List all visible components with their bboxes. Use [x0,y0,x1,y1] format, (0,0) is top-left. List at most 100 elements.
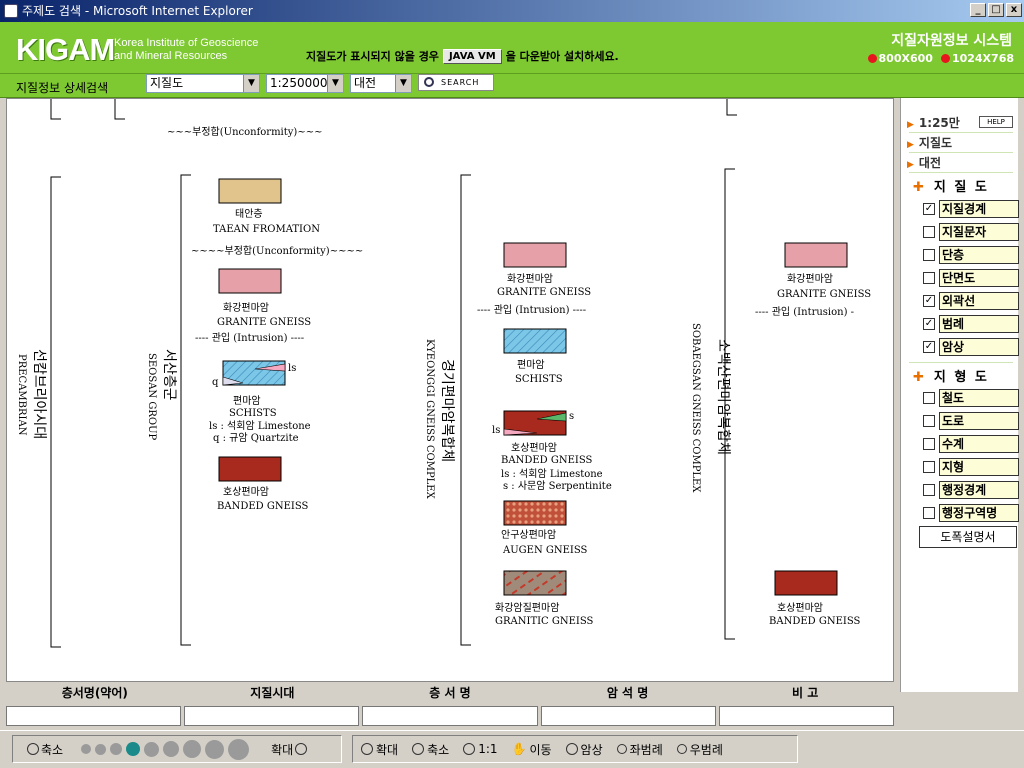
zoom-level-dot[interactable] [228,738,250,760]
layer-label[interactable]: 수계 [939,435,1019,453]
zoom-level-dot[interactable] [95,743,107,755]
zoom-level-dot[interactable] [144,741,160,757]
info-field-remark[interactable] [718,706,895,726]
ls-note: ls : 석회암 Limestone [501,468,603,480]
left-legend-tool[interactable]: 좌범례 [616,741,663,758]
layer-label[interactable]: 단면도 [939,269,1019,287]
search-button[interactable]: SEARCH [418,74,494,91]
java-msg-pre: 지질도가 표시되지 않을 경우 [306,50,439,63]
zoom-level-dot[interactable] [163,741,180,757]
layer-row[interactable]: ✓ 외곽선 [923,292,1019,310]
zoom-level-dot[interactable] [81,744,92,754]
layer-row[interactable]: 지질문자 [923,223,1019,241]
minimize-button[interactable]: _ [970,3,986,17]
side-link-map[interactable]: ▶ 지질도 [907,134,952,151]
layer-label[interactable]: 지질문자 [939,223,1019,241]
res-800-option[interactable]: 800X600 [867,52,933,65]
layer-checkbox[interactable] [923,507,935,519]
maximize-button[interactable]: □ [988,3,1004,17]
layer-checkbox[interactable]: ✓ [923,318,935,330]
group-label-ko: 소백산편마암복합체 [715,339,731,455]
chevron-down-icon[interactable]: ▼ [327,75,343,92]
res-1024-option[interactable]: 1024X768 [940,52,1014,65]
unconformity-top-label: ~~~부정합(Unconformity)~~~ [167,126,322,138]
layer-label[interactable]: 철도 [939,389,1019,407]
layer-checkbox[interactable] [923,226,935,238]
layer-row[interactable]: 행정구역명 [923,504,1019,522]
java-notice: 지질도가 표시되지 않을 경우 JAVA VM 을 다운받아 설치하세요. [306,48,619,64]
bracket-precambrian [50,176,61,648]
layer-row[interactable]: ✓ 지질경계 [923,200,1019,218]
layer-row[interactable]: 수계 [923,435,1019,453]
layer-row[interactable]: 단층 [923,246,1019,264]
close-button[interactable]: x [1006,3,1022,17]
layer-row[interactable]: 행정경계 [923,481,1019,499]
zoom-out-label[interactable]: 축소 [27,741,63,758]
layer-checkbox[interactable] [923,415,935,427]
layer-label[interactable]: 단층 [939,246,1019,264]
zoom-level-dot-active[interactable] [126,742,141,756]
layer-label[interactable]: 범례 [939,315,1019,333]
layer-checkbox[interactable]: ✓ [923,341,935,353]
layer-label[interactable]: 지질경계 [939,200,1019,218]
granite-en: GRANITE GNEISS [217,317,311,328]
layer-checkbox[interactable] [923,392,935,404]
scale-select[interactable]: 1:250000 ▼ [266,74,344,93]
zoom-level-dot[interactable] [110,743,123,755]
info-field-rock[interactable] [540,706,716,726]
layer-label[interactable]: 암상 [939,338,1019,356]
right-legend-tool[interactable]: 우범례 [676,741,723,758]
java-vm-button[interactable]: JAVA VM [442,48,502,64]
info-field-formation[interactable] [362,706,538,726]
layer-checkbox[interactable] [923,272,935,284]
layer-row[interactable]: 도로 [923,412,1019,430]
layer-checkbox[interactable] [923,461,935,473]
zoom-out-tool[interactable]: 축소 [412,741,449,758]
zoom-in-label[interactable]: 확대 [271,741,308,758]
map-type-select[interactable]: 지질도 ▼ [146,74,260,93]
help-button[interactable]: HELP [979,116,1013,128]
chevron-down-icon[interactable]: ▼ [243,75,259,92]
arrow-right-icon: ▶ [907,160,914,170]
kigam-logo[interactable]: KIGAM [16,32,115,68]
layer-checkbox[interactable]: ✓ [923,203,935,215]
col-header: 비 고 [792,686,819,700]
zoom-level-dot[interactable] [183,740,202,758]
bracket-line [50,99,61,120]
layer-row[interactable]: ✓ 암상 [923,338,1019,356]
layer-label[interactable]: 지형 [939,458,1019,476]
taean-ko: 태안층 [235,208,263,220]
layer-label[interactable]: 행정경계 [939,481,1019,499]
region-select[interactable]: 대전 ▼ [350,74,412,93]
layer-checkbox[interactable] [923,249,935,261]
lithology-tool[interactable]: 암상 [565,741,603,758]
map-description-button[interactable]: 도폭설명서 [919,526,1017,548]
layer-row[interactable]: ✓ 범례 [923,315,1019,333]
layer-checkbox[interactable] [923,484,935,496]
actual-size-tool[interactable]: 1:1 [463,742,498,756]
magnifier-icon [565,743,578,755]
info-field-era[interactable] [184,706,360,726]
legend-map-panel[interactable]: ~~~부정합(Unconformity)~~~ 선캄브리아시대 PRECAMBR… [6,98,894,682]
java-msg-post: 을 다운받아 설치하세요. [505,50,619,63]
side-link-region[interactable]: ▶ 대전 [907,154,941,171]
zoom-out-icon [27,743,39,755]
layer-checkbox[interactable]: ✓ [923,295,935,307]
chevron-down-icon[interactable]: ▼ [395,75,411,92]
granitic-en: GRANITIC GNEISS [495,616,594,627]
pan-tool[interactable]: ✋ 이동 [512,741,552,758]
layer-checkbox[interactable] [923,438,935,450]
layer-row[interactable]: 철도 [923,389,1019,407]
layer-label[interactable]: 외곽선 [939,292,1019,310]
q-mark: q [212,377,219,388]
plus-icon: ✚ [913,370,926,385]
side-link-scale[interactable]: ▶ 1:25만 [907,114,960,131]
taean-en: TAEAN FROMATION [213,224,320,235]
zoom-in-tool[interactable]: 확대 [361,741,398,758]
layer-row[interactable]: 지형 [923,458,1019,476]
layer-label[interactable]: 도로 [939,412,1019,430]
zoom-level-dot[interactable] [205,739,225,759]
layer-row[interactable]: 단면도 [923,269,1019,287]
layer-label[interactable]: 행정구역명 [939,504,1019,522]
info-field-abbr[interactable] [6,706,182,726]
